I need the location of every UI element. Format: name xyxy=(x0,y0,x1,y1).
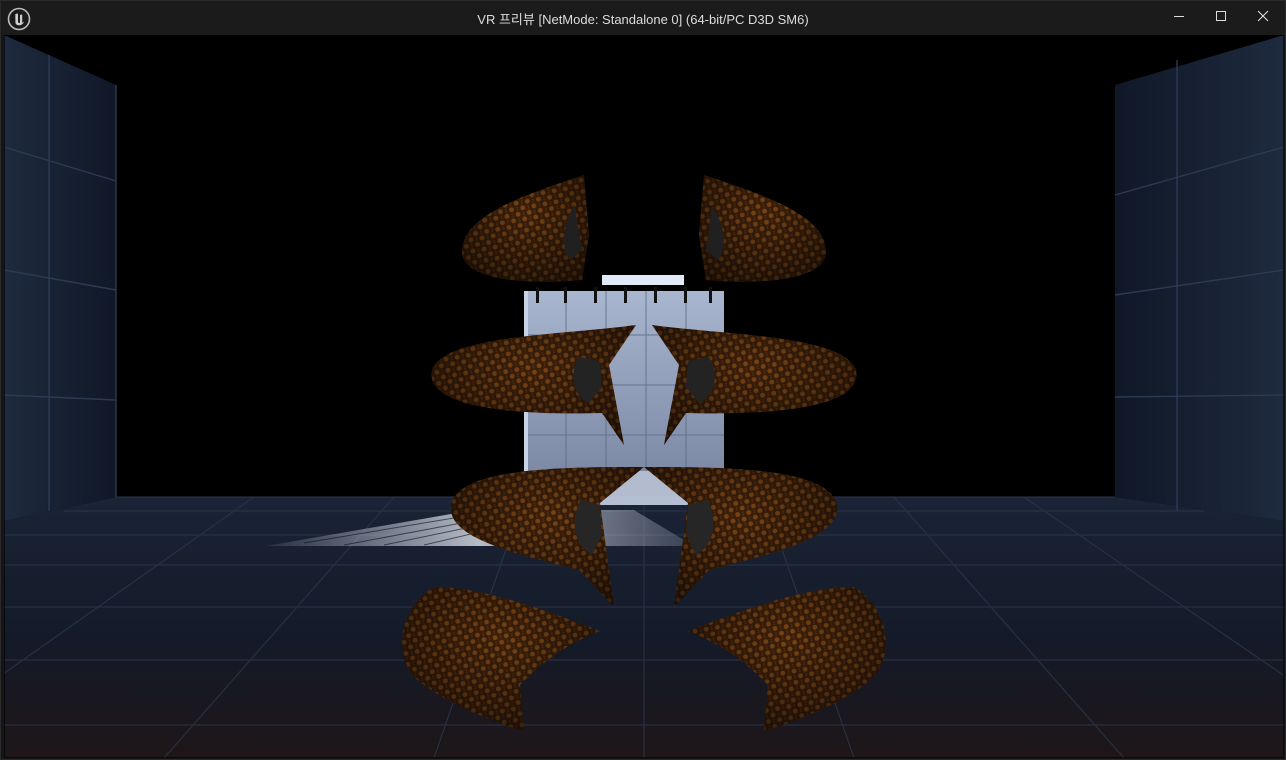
title-bar[interactable]: VR 프리뷰 [NetMode: Standalone 0] (64-bit/P… xyxy=(1,1,1285,35)
editor-window: VR 프리뷰 [NetMode: Standalone 0] (64-bit/P… xyxy=(0,0,1286,760)
minimize-icon xyxy=(1174,16,1184,17)
maximize-icon xyxy=(1216,11,1226,21)
close-button[interactable] xyxy=(1242,1,1284,31)
scene-render xyxy=(4,35,1284,758)
unreal-engine-logo-icon[interactable] xyxy=(7,7,31,31)
close-icon xyxy=(1257,10,1269,22)
window-title: VR 프리뷰 [NetMode: Standalone 0] (64-bit/P… xyxy=(477,12,809,27)
minimize-button[interactable] xyxy=(1158,1,1200,31)
vr-preview-viewport[interactable] xyxy=(4,35,1284,758)
maximize-button[interactable] xyxy=(1200,1,1242,31)
